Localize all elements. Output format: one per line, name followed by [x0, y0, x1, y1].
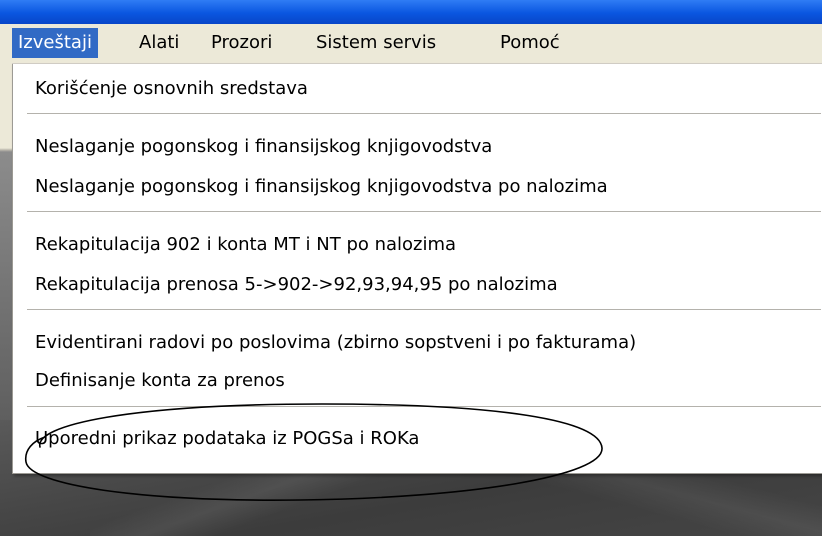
- annotation-ellipse: [24, 403, 603, 501]
- screenshot-stage: Izveštaji Alati Prozori Sistem servis Po…: [0, 0, 822, 536]
